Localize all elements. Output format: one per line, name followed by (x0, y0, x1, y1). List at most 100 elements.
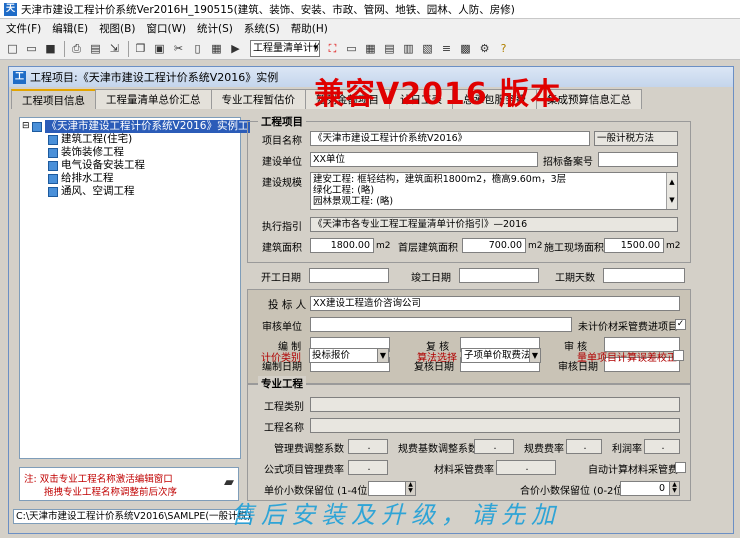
status-path: C:\天津市建设工程计价系统V2016\SAMLPE(一般计税) (13, 509, 251, 524)
cut-icon[interactable]: ✂ (170, 40, 187, 57)
tree-item[interactable]: 电气设备安装工程 (48, 159, 145, 172)
bid-no-input[interactable] (598, 152, 678, 167)
settings-icon[interactable]: ⚙ (476, 40, 493, 57)
mat-label: 材料采管费率 (434, 465, 494, 476)
report-icon[interactable]: ▥ (400, 40, 417, 57)
project-group-title: 工程项目 (258, 114, 306, 129)
specialty-name-label: 工程名称 (264, 423, 304, 434)
fee-rate-label: 规费费率 (524, 444, 564, 455)
first-area-input[interactable]: 700.00 (462, 238, 526, 253)
unpriced-checkbox[interactable]: ✓ (675, 319, 686, 330)
grid-icon[interactable]: ▦ (362, 40, 379, 57)
chevron-down-icon[interactable]: ▼ (529, 349, 540, 362)
menu-window[interactable]: 窗口(W) (146, 21, 186, 36)
clipboard-icon[interactable]: ▦ (208, 40, 225, 57)
public-input[interactable]: . (348, 460, 388, 475)
tree-root[interactable]: ⊟ 《天津市建设工程计价系统V2016》实例工 (22, 120, 251, 133)
mat-input[interactable]: . (496, 460, 556, 475)
type-field[interactable] (310, 397, 680, 412)
fee-base-input[interactable]: . (474, 439, 514, 454)
tab-bill-summary[interactable]: 工程量清单总价汇总 (95, 89, 212, 109)
menu-view[interactable]: 视图(B) (99, 21, 135, 36)
project-icon (31, 121, 42, 132)
watermark-version: 兼容V2016 版本 (314, 77, 562, 112)
tree-item[interactable]: 通风、空调工程 (48, 185, 135, 198)
project-tree[interactable]: ⊟ 《天津市建设工程计价系统V2016》实例工 建筑工程(住宅) 装饰装修工程 … (19, 117, 251, 459)
export-icon[interactable]: ⇲ (106, 40, 123, 57)
menu-statistics[interactable]: 统计(S) (197, 21, 233, 36)
app-title: 天津市建设工程计价系统Ver2016H_190515(建筑、装饰、安装、市政、管… (21, 3, 515, 16)
chart-icon[interactable]: ▧ (419, 40, 436, 57)
scale-label: 建设规模 (262, 178, 302, 189)
mode-select[interactable]: 工程量清单计价 (250, 40, 320, 57)
print-icon[interactable]: ⎙ (68, 40, 85, 57)
preview-icon[interactable]: ▤ (87, 40, 104, 57)
paste-icon[interactable]: ▣ (151, 40, 168, 57)
list-icon[interactable]: ≡ (438, 40, 455, 57)
frame-icon[interactable]: ⛶ (324, 40, 341, 57)
bid-no-label: 招标备案号 (543, 157, 593, 168)
bidder-input[interactable]: XX建设工程造价咨询公司 (310, 296, 680, 311)
unpriced-label: 未计价材采管费进项目 (578, 322, 678, 333)
collapse-icon[interactable]: ⊟ (22, 120, 30, 133)
project-window: 工 工程项目:《天津市建设工程计价系统V2016》实例 工程项目信息 工程量清单… (8, 66, 734, 534)
tree-item[interactable]: 给排水工程 (48, 172, 114, 185)
profit-input[interactable]: . (644, 439, 680, 454)
app-logo-icon: 天 (4, 2, 17, 16)
area-input[interactable]: 1800.00 (310, 238, 374, 253)
vehicle-icon[interactable]: ▶ (227, 40, 244, 57)
copy-icon[interactable]: ❐ (132, 40, 149, 57)
total-dec-input[interactable]: 0 ▲ ▼ (620, 481, 680, 496)
new-file-icon[interactable]: □ (4, 40, 21, 57)
duration-input[interactable] (603, 268, 685, 283)
chevron-down-icon[interactable]: ▼ (377, 349, 388, 362)
guide-field[interactable]: 《天津市各专业工程工程量清单计价指引》—2016 (310, 217, 678, 232)
duration-label: 工期天数 (555, 273, 595, 284)
qty-check-checkbox[interactable] (673, 350, 684, 361)
table-icon[interactable]: ▤ (381, 40, 398, 57)
menu-file[interactable]: 文件(F) (6, 21, 41, 36)
open-folder-icon[interactable]: ▭ (23, 40, 40, 57)
menu-system[interactable]: 系统(S) (244, 21, 280, 36)
tab-project-info[interactable]: 工程项目信息 (11, 89, 96, 109)
tree-item[interactable]: 装饰装修工程 (48, 146, 124, 159)
specialty-name-field[interactable] (310, 418, 680, 433)
menu-help[interactable]: 帮助(H) (291, 21, 328, 36)
tax-method-field[interactable]: 一般计税方法 (594, 131, 678, 146)
spinner-icon[interactable]: ▲ ▼ (405, 482, 415, 495)
specialty-group-title: 专业工程 (258, 376, 306, 391)
guide-label: 执行指引 (262, 222, 302, 233)
tab-specialty-estimate[interactable]: 专业工程暂估价 (210, 89, 306, 109)
price-type-label: 计价类别 (261, 353, 301, 364)
start-date-input[interactable] (309, 268, 389, 283)
auto-checkbox[interactable] (675, 462, 686, 473)
tree-item[interactable]: 建筑工程(住宅) (48, 133, 132, 146)
site-area-label: 施工现场面积 (544, 243, 604, 254)
scrollbar[interactable]: ▲ ▼ (666, 173, 677, 209)
scale-textarea[interactable]: 建安工程: 框轻结构，建筑面积1800m2，檐高9.60m，3层 绿化工程: (… (310, 172, 678, 210)
building-icon (48, 147, 58, 158)
book-icon[interactable]: ▰ (224, 476, 234, 489)
spinner-icon[interactable]: ▲ ▼ (669, 482, 679, 495)
review-unit-input[interactable] (310, 317, 572, 332)
save-icon[interactable]: ■ (42, 40, 59, 57)
price-type-select[interactable]: 投标报价 ▼ (309, 348, 389, 363)
fee-rate-input[interactable]: . (566, 439, 602, 454)
calc-icon[interactable]: ▩ (457, 40, 474, 57)
algo-label: 算法选择 (417, 353, 457, 364)
document-icon[interactable]: ▯ (189, 40, 206, 57)
project-group: 工程项目 项目名称 《天津市建设工程计价系统V2016》 一般计税方法 建设单位… (247, 114, 691, 263)
specialty-group: 专业工程 工程类别 工程名称 管理费调整系数 . 规费基数调整系数 . 规费费率… (247, 376, 691, 501)
project-name-input[interactable]: 《天津市建设工程计价系统V2016》 (310, 131, 590, 146)
builder-input[interactable]: XX单位 (310, 152, 538, 167)
unit-dec-input[interactable]: ▲ ▼ (368, 481, 416, 496)
mgmt-label: 管理费调整系数 (274, 444, 344, 455)
site-area-input[interactable]: 1500.00 (604, 238, 664, 253)
help-icon[interactable]: ? (495, 40, 512, 57)
end-date-input[interactable] (459, 268, 539, 283)
window-icon[interactable]: ▭ (343, 40, 360, 57)
menu-edit[interactable]: 编辑(E) (52, 21, 88, 36)
window-title: 工程项目:《天津市建设工程计价系统V2016》实例 (30, 71, 279, 84)
mgmt-input[interactable]: . (348, 439, 388, 454)
algo-select[interactable]: 子项单价取费法 ▼ (461, 348, 541, 363)
